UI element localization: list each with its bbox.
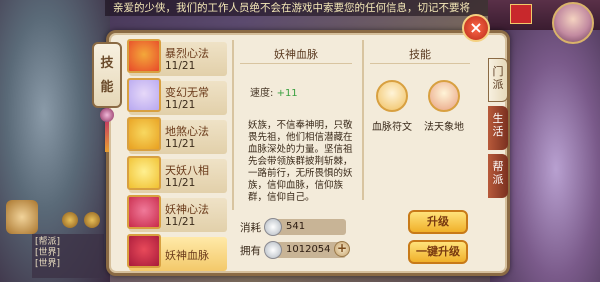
skill-item-icon bbox=[127, 156, 161, 190]
consume-value: 541 bbox=[286, 221, 306, 232]
tab-guild[interactable]: 帮派 bbox=[488, 154, 508, 198]
close-button[interactable]: × bbox=[462, 14, 490, 42]
skill-list-item[interactable]: 暴烈心法 11/21 bbox=[125, 38, 229, 78]
silver-coin-icon bbox=[264, 218, 282, 236]
divider bbox=[362, 40, 364, 200]
pet-avatar[interactable] bbox=[6, 200, 38, 234]
announcement-ticker: 亲爱的少侠，我们的工作人员绝不会在游戏中索要您的任何信息，切记不要将 bbox=[105, 0, 490, 16]
skill-level: 11/21 bbox=[165, 138, 196, 150]
tassel-rope bbox=[105, 122, 109, 152]
tab-label: 帮派 bbox=[492, 160, 504, 186]
player-avatar[interactable] bbox=[552, 2, 594, 44]
speed-stat: 速度: +11 bbox=[250, 84, 298, 99]
skill-label: 法天象地 bbox=[424, 122, 464, 133]
skill-list-item-selected[interactable]: 妖神血脉 bbox=[125, 233, 229, 273]
skill-list-item[interactable]: 地煞心法 11/21 bbox=[125, 116, 229, 156]
tab-sect[interactable]: 门派 bbox=[488, 58, 508, 102]
skill-label: 血脉符文 bbox=[372, 122, 412, 133]
hud-skill-icon-2[interactable] bbox=[84, 212, 100, 228]
giant-icon[interactable] bbox=[428, 80, 460, 112]
add-currency-button[interactable]: + bbox=[334, 241, 350, 257]
skill-level: 11/21 bbox=[165, 60, 196, 72]
panel-hang-label: 技能 bbox=[100, 56, 114, 95]
skill-name: 天妖八相 bbox=[165, 164, 209, 177]
silver-coin-icon bbox=[264, 241, 282, 259]
skill-list-item[interactable]: 妖神心法 11/21 bbox=[125, 194, 229, 234]
speed-value: +11 bbox=[276, 88, 298, 99]
skill-item-icon bbox=[127, 234, 161, 268]
panel-hanging-tag: 技能 bbox=[92, 42, 122, 108]
tab-life[interactable]: 生活 bbox=[488, 106, 508, 150]
divider bbox=[232, 40, 234, 210]
consume-box: 541 bbox=[264, 218, 346, 236]
speed-label: 速度: bbox=[250, 88, 274, 99]
tab-label: 门派 bbox=[492, 65, 504, 91]
skill-list-item[interactable]: 天妖八相 11/21 bbox=[125, 155, 229, 195]
skill-level: 11/21 bbox=[165, 99, 196, 111]
rune-icon[interactable] bbox=[376, 80, 408, 112]
flag-icon[interactable] bbox=[510, 4, 532, 24]
skill-item-icon bbox=[127, 195, 161, 229]
skill-level: 11/21 bbox=[165, 216, 196, 228]
tassel-bead bbox=[100, 108, 114, 122]
skill-name: 暴烈心法 bbox=[165, 47, 209, 60]
chat-line: [世界] bbox=[35, 248, 61, 258]
skill-item-icon bbox=[127, 78, 161, 112]
chat-line: [世界] bbox=[35, 259, 61, 269]
skill-name: 变幻无常 bbox=[165, 86, 209, 99]
hud-skill-icon[interactable] bbox=[62, 212, 78, 228]
skill-name: 妖神心法 bbox=[165, 203, 209, 216]
skill-description: 妖族，不信奉神明，只敬畏先祖，他们相信潜藏在血脉深处的力量。坚信祖先会带领族群披… bbox=[248, 120, 353, 203]
skills-title: 技能 bbox=[370, 46, 470, 64]
chat-line: [帮派] bbox=[35, 237, 61, 247]
consume-label: 消耗 bbox=[240, 222, 261, 234]
own-value: 1012054 bbox=[286, 244, 331, 255]
skill-item-icon bbox=[127, 39, 161, 73]
skill-list-item[interactable]: 变幻无常 11/21 bbox=[125, 77, 229, 117]
skill-name: 地煞心法 bbox=[165, 125, 209, 138]
upgrade-all-button[interactable]: 一键升级 bbox=[408, 240, 468, 264]
detail-title: 妖神血脉 bbox=[240, 46, 352, 64]
upgrade-button[interactable]: 升级 bbox=[408, 210, 468, 234]
chat-preview[interactable]: [帮派] [世界] [世界] bbox=[32, 234, 104, 278]
skill-name: 妖神血脉 bbox=[165, 249, 209, 262]
tab-label: 生活 bbox=[492, 112, 504, 138]
own-label: 拥有 bbox=[240, 245, 261, 257]
skill-level: 11/21 bbox=[165, 177, 196, 189]
skill-item-icon bbox=[127, 117, 161, 151]
tassel-ornament bbox=[97, 108, 117, 154]
skill-list: 暴烈心法 11/21 变幻无常 11/21 地煞心法 11/21 天妖八相 11… bbox=[125, 38, 229, 272]
